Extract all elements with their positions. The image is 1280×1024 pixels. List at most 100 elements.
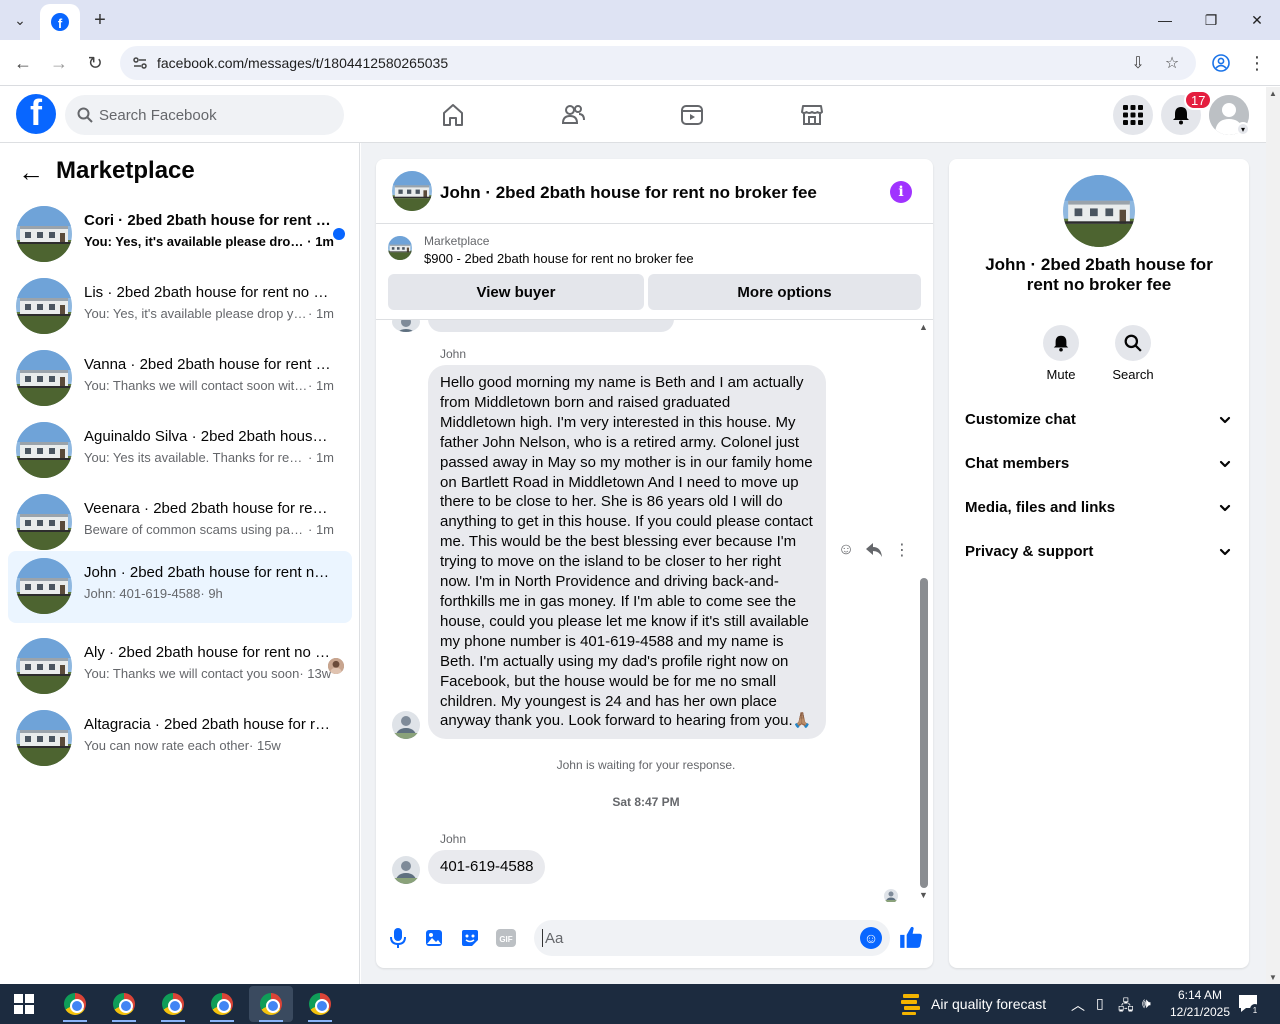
page-scrollbar[interactable]: ▲ ▼ [1266,87,1280,984]
conversation-item[interactable]: Cori · 2bed 2bath house for rent no brok… [8,199,352,269]
account-chevron-icon[interactable]: ▾ [1236,122,1250,136]
facebook-logo-icon[interactable]: f [16,94,56,134]
conversation-preview: You: Thanks we will contact soon with de… [84,378,334,393]
air-quality-icon[interactable] [901,992,921,1016]
photo-icon[interactable] [423,927,445,949]
reply-icon[interactable] [864,540,884,560]
scroll-down-arrow-icon[interactable]: ▼ [1269,973,1277,982]
more-vertical-icon[interactable]: ⋮ [892,540,912,560]
chat-title[interactable]: John · 2bed 2bath house for rent no brok… [440,183,817,203]
conversation-item[interactable]: Veenara · 2bed 2bath house for rent no b… [8,487,352,557]
volume-icon[interactable]: 🕪 [1142,995,1151,1012]
message-line: Facebook, but the house would be for me … [440,672,777,690]
browser-address-bar: ← → ↻ facebook.com/messages/t/1804412580… [0,40,1280,86]
new-tab-plus-icon[interactable]: + [88,8,112,32]
preview-time: · 1m [308,450,334,465]
restore-icon[interactable]: ❐ [1188,0,1234,40]
system-clock[interactable]: 6:14 AM 12/21/2025 [1160,987,1240,1021]
chrome-taskbar-app-active[interactable] [249,986,293,1022]
search-input[interactable] [99,95,329,135]
info-section[interactable]: Customize chat [949,400,1249,440]
search-button[interactable]: Search [1098,325,1168,382]
minimize-icon[interactable]: — [1142,0,1188,40]
thumbs-up-icon[interactable] [898,924,924,950]
omnibox[interactable]: facebook.com/messages/t/1804412580265035… [120,46,1196,80]
chrome-menu-icon[interactable]: ⋮ [1244,50,1270,76]
message-line: father John Nelson, who is a retired arm… [440,433,800,451]
conversation-item[interactable]: Altagracia · 2bed 2bath house for rent n… [8,703,352,773]
menu-grid-icon[interactable] [1113,95,1153,135]
search-icon[interactable] [1115,325,1151,361]
chrome-taskbar-app[interactable] [298,986,342,1022]
view-buyer-button[interactable]: View buyer [388,274,644,310]
message-input[interactable] [542,929,842,947]
message-line: forthkills me in gas money. If I'm able … [440,592,797,610]
tab-search-chevron-icon[interactable]: ⌄ [6,6,34,34]
mute-button[interactable]: Mute [1026,325,1096,382]
conversation-item[interactable]: John · 2bed 2bath house for rent no brok… [8,551,352,623]
emoji-icon[interactable]: ☺ [860,927,882,949]
video-icon[interactable] [674,97,710,133]
message-input-box[interactable]: ☺ [534,920,890,956]
sidebar-title: Marketplace [56,157,195,184]
weather-widget-label[interactable]: Air quality forecast [931,996,1046,1012]
message-bubble[interactable]: Hello good morning my name is Beth and I… [428,365,826,739]
url-text[interactable]: facebook.com/messages/t/1804412580265035 [157,55,448,71]
info-section[interactable]: Privacy & support [949,532,1249,572]
close-window-icon[interactable]: ✕ [1234,0,1280,40]
chrome-taskbar-app[interactable] [53,986,97,1022]
message-timestamp: Sat 8:47 PM [612,795,680,809]
info-icon[interactable]: i [890,181,912,203]
section-label: Media, files and links [965,499,1116,516]
listing-thumbnail[interactable] [392,171,432,211]
notification-center-icon[interactable]: 1 [1238,994,1260,1014]
more-options-button[interactable]: More options [648,274,921,310]
meet-now-icon[interactable]: ▯ [1096,995,1104,1012]
react-emoji-icon[interactable]: ☺ [836,540,856,560]
network-icon[interactable]: 🖧 [1118,995,1134,1019]
scrollbar-thumb[interactable] [920,578,928,888]
home-icon[interactable] [435,97,471,133]
scroll-up-arrow-icon[interactable]: ▲ [919,322,928,332]
reload-icon[interactable]: ↻ [80,48,110,78]
site-settings-icon[interactable] [132,55,148,71]
gif-icon[interactable]: GIF [495,927,517,949]
conversation-item[interactable]: Aly · 2bed 2bath house for rent no broke… [8,631,352,701]
microphone-icon[interactable] [387,927,409,949]
marketplace-icon[interactable] [794,97,830,133]
read-receipt-avatar [884,889,898,902]
conversation-preview: You: Yes, it's available please drop you… [84,306,334,321]
chat-scrollbar[interactable]: ▲ ▼ [917,320,931,902]
sticker-icon[interactable] [459,927,481,949]
profile-icon[interactable] [1208,50,1234,76]
back-arrow-icon[interactable]: ← [16,157,46,187]
conversation-item[interactable]: Vanna · 2bed 2bath house for rent no bro… [8,343,352,413]
info-section[interactable]: Media, files and links [949,488,1249,528]
message-bubble[interactable]: 401-619-4588 [428,850,546,884]
install-app-icon[interactable]: ⇩ [1128,53,1148,73]
browser-tab-facebook[interactable]: f [40,4,80,40]
windows-start-icon[interactable] [14,994,34,1014]
chrome-taskbar-app[interactable] [102,986,146,1022]
friends-icon[interactable] [555,97,591,133]
chrome-taskbar-app[interactable] [200,986,244,1022]
preview-text: You: Yes, it's available please drop you… [84,234,307,249]
forward-icon[interactable]: → [44,48,74,78]
scroll-up-arrow-icon[interactable]: ▲ [1269,89,1277,98]
conversation-title: John · 2bed 2bath house for rent no brok… [84,564,334,581]
conversation-preview: You: Yes, it's available please drop you… [84,234,334,249]
scroll-down-arrow-icon[interactable]: ▼ [919,890,928,900]
bookmark-star-icon[interactable]: ☆ [1162,53,1182,73]
preview-time: · 13w [299,666,332,681]
show-hidden-icons-chevron-icon[interactable]: ︿ [1071,995,1085,1015]
info-section[interactable]: Chat members [949,444,1249,484]
back-icon[interactable]: ← [8,48,38,78]
chrome-taskbar-app[interactable] [151,986,195,1022]
listing-thumbnail [16,710,72,766]
listing-title[interactable]: $900 - 2bed 2bath house for rent no brok… [424,251,694,266]
conversation-item[interactable]: Lis · 2bed 2bath house for rent no broke… [8,271,352,341]
facebook-search[interactable] [65,95,344,135]
preview-text: You: Yes, it's available please drop you… [84,306,308,321]
conversation-item[interactable]: Aguinaldo Silva · 2bed 2bath house for r… [8,415,352,485]
bell-icon[interactable] [1043,325,1079,361]
